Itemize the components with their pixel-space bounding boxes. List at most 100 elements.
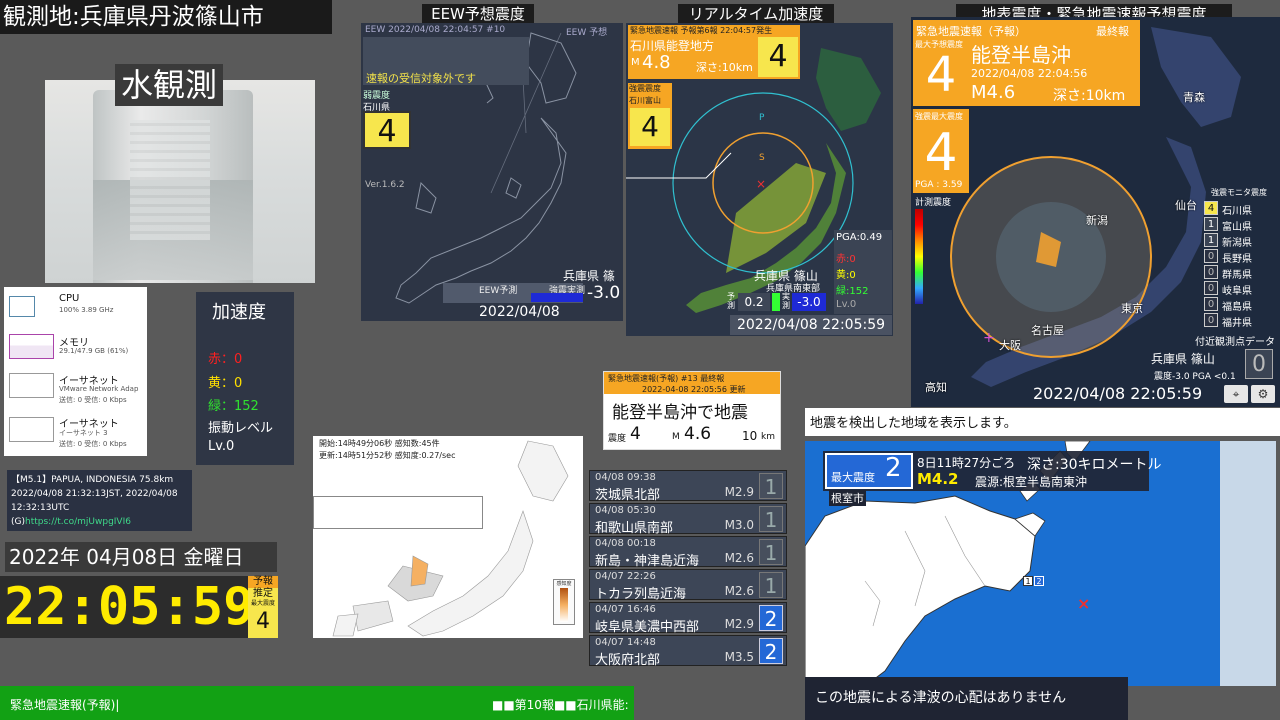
surface-scale-label: 計測震度 — [915, 198, 952, 208]
eew-summary-mag-prefix: M — [672, 432, 680, 442]
quake-intensity: 2 — [759, 638, 783, 664]
ethernet2-speed: 送信: 0 受信: 0 Kbps — [59, 440, 127, 448]
surface-settings-button[interactable]: ⚙ — [1251, 385, 1275, 403]
accel-level: Lv.0 — [208, 439, 235, 454]
accel-green: 緑：152 — [208, 399, 259, 414]
badge-max: 最大震度 — [250, 600, 275, 607]
monitor-row: 0 福井県 — [1204, 313, 1274, 329]
monitor-pref: 福井県 — [1222, 318, 1252, 329]
eew-predict-label: EEW予測 — [479, 286, 518, 296]
monitor-row: 4 石川県 — [1204, 201, 1274, 217]
region-magnitude: M4.2 — [917, 470, 959, 488]
realtime-weak-label: 強震震度 — [629, 84, 661, 93]
sensing-legend-gradient — [560, 588, 568, 622]
quake-magnitude: M2.6 — [724, 551, 754, 565]
svg-text:×: × — [1077, 594, 1090, 613]
world-quake-link[interactable]: https://t.co/mjUwpgIVI6 — [25, 517, 131, 527]
surface-measured-label: 強震最大震度 — [915, 112, 963, 121]
quake-list-item[interactable]: 04/08 05:30 和歌山県南部 M3.0 1 — [589, 503, 787, 536]
quake-magnitude: M2.6 — [724, 584, 754, 598]
quake-list-item[interactable]: 04/08 00:18 新島・神津島近海 M2.6 1 — [589, 536, 787, 569]
quake-date: 04/08 09:38 — [595, 472, 656, 483]
sensing-legend-title: 感知度 — [556, 581, 572, 587]
quake-list-item[interactable]: 04/07 14:48 大阪府北部 M3.5 2 — [589, 635, 787, 668]
monitor-pref: 岐阜県 — [1222, 286, 1252, 297]
quake-list-item[interactable]: 04/07 16:46 岐阜県美濃中西部 M2.9 2 — [589, 602, 787, 635]
quake-magnitude: M2.9 — [724, 485, 754, 499]
region-banner-text: 地震を検出した地域を表示します。 — [810, 416, 1017, 431]
intensity-color-scale — [915, 209, 923, 304]
surface-timestamp: 2022/04/08 22:05:59 — [1033, 384, 1203, 403]
realtime-meas-label: 実測 — [782, 292, 790, 310]
quake-region: 茨城県北部 — [595, 488, 661, 503]
world-quake-box: 【M5.1】PAPUA, INDONESIA 75.8km 2022/04/08… — [7, 470, 192, 531]
city-label: 仙台 — [1175, 199, 1197, 212]
surface-station: 兵庫県 篠山 — [1151, 352, 1215, 366]
world-quake-line1: 【M5.1】PAPUA, INDONESIA 75.8km — [11, 475, 174, 485]
surface-magnitude: M4.6 — [971, 82, 1016, 103]
region-side-strip — [1220, 441, 1276, 686]
svg-text:×: × — [756, 177, 766, 191]
region-when: 8日11時27分ごろ — [917, 456, 1016, 470]
eew-notice: 速報の受信対象外です — [366, 72, 476, 85]
eew-summary-intensity-label: 震度 — [608, 434, 627, 444]
eew-meta-top: EEW 2022/04/08 22:04:57 #10 — [365, 25, 506, 35]
region-nemuro-label: 根室市 — [829, 490, 866, 506]
quake-region: トカラ列島近海 — [595, 587, 687, 602]
surface-station-value: 0 — [1245, 349, 1273, 379]
jar-label-patch — [130, 120, 210, 240]
cpu-label: CPU — [59, 293, 80, 304]
cpu-detail: 100% 3.89 GHz — [59, 306, 114, 314]
eew-measured-bar — [531, 293, 583, 302]
accel-red: 赤：0 — [208, 352, 243, 367]
monitor-row: 1 新潟県 — [1204, 233, 1274, 249]
monitor-intensity: 0 — [1204, 265, 1218, 279]
eew-summary-head: 緊急地震速報(予報) #13 最終報 — [608, 374, 725, 383]
world-quake-line3: 12:32:13UTC — [11, 503, 70, 513]
quake-date: 04/08 00:18 — [595, 538, 656, 549]
monitor-intensity: 0 — [1204, 281, 1218, 295]
water-observation-label: 水観測 — [115, 64, 224, 106]
realtime-magnitude: 4.8 — [642, 52, 671, 73]
date-display: 2022年 04月08日 金曜日 — [5, 542, 277, 572]
ethernet1-detail: VMware Network Adap — [59, 385, 139, 393]
acceleration-box: 加速度 赤：0 黄：0 緑：152 振動レベル Lv.0 — [196, 292, 294, 465]
quake-date: 04/07 22:26 — [595, 571, 656, 582]
surface-locate-button[interactable]: ⌖ — [1224, 385, 1248, 403]
surface-datetime: 2022/04/08 22:04:56 — [971, 67, 1088, 80]
world-quake-prefix: (G) — [11, 517, 25, 527]
quake-list-item[interactable]: 04/07 22:26 トカラ列島近海 M2.6 1 — [589, 569, 787, 602]
ticker-left: 緊急地震速報(予報)| — [10, 698, 120, 712]
eew-meta-right: EEW 予想 — [566, 28, 608, 38]
quake-intensity: 1 — [759, 473, 783, 499]
ethernet2-graph — [9, 417, 54, 442]
monitor-intensity: 0 — [1204, 313, 1218, 327]
quake-intensity: 2 — [759, 605, 783, 631]
time-display: 22:05:59 — [0, 576, 254, 638]
region-tsunami-note: この地震による津波の心配はありません — [805, 677, 1128, 720]
quake-magnitude: M3.0 — [724, 518, 754, 532]
badge-yoho: 予報 — [248, 576, 278, 588]
surface-nearby-label: 付近観測点データ — [1195, 337, 1275, 348]
monitor-pref: 富山県 — [1222, 222, 1252, 233]
quake-list-item[interactable]: 04/08 09:38 茨城県北部 M2.9 1 — [589, 470, 787, 503]
region-station-1: 1 — [1023, 576, 1033, 586]
eew-summary-title: 能登半島沖で地震 — [612, 403, 748, 423]
realtime-depth: 深さ:10km — [696, 61, 753, 74]
version-label: Ver.1.6.2 — [365, 180, 405, 190]
surface-final: 最終報 — [1096, 25, 1129, 38]
sensing-japan-map — [332, 440, 569, 637]
system-monitor: CPU 100% 3.89 GHz メモリ 29.1/47.9 GB (61%)… — [4, 287, 147, 456]
monitor-row: 0 岐阜県 — [1204, 281, 1274, 297]
eew-summary-magnitude: 4.6 — [684, 424, 712, 444]
svg-text:+: + — [983, 330, 995, 346]
monitor-pref: 福島県 — [1222, 302, 1252, 313]
quake-region: 岐阜県美濃中西部 — [595, 620, 700, 635]
city-label: 青森 — [1183, 91, 1205, 104]
city-label: 高知 — [925, 381, 947, 394]
eew-timestamp: 2022/04/08 22:05:58 — [479, 304, 560, 321]
eew-summary: 緊急地震速報(予報) #13 最終報 2022-04-08 22:05:56 更… — [603, 371, 781, 450]
eew-summary-intensity: 4 — [630, 424, 641, 444]
quake-date: 04/08 05:30 — [595, 505, 656, 516]
surface-monitor-title: 強震モニタ震度 — [1211, 188, 1267, 197]
